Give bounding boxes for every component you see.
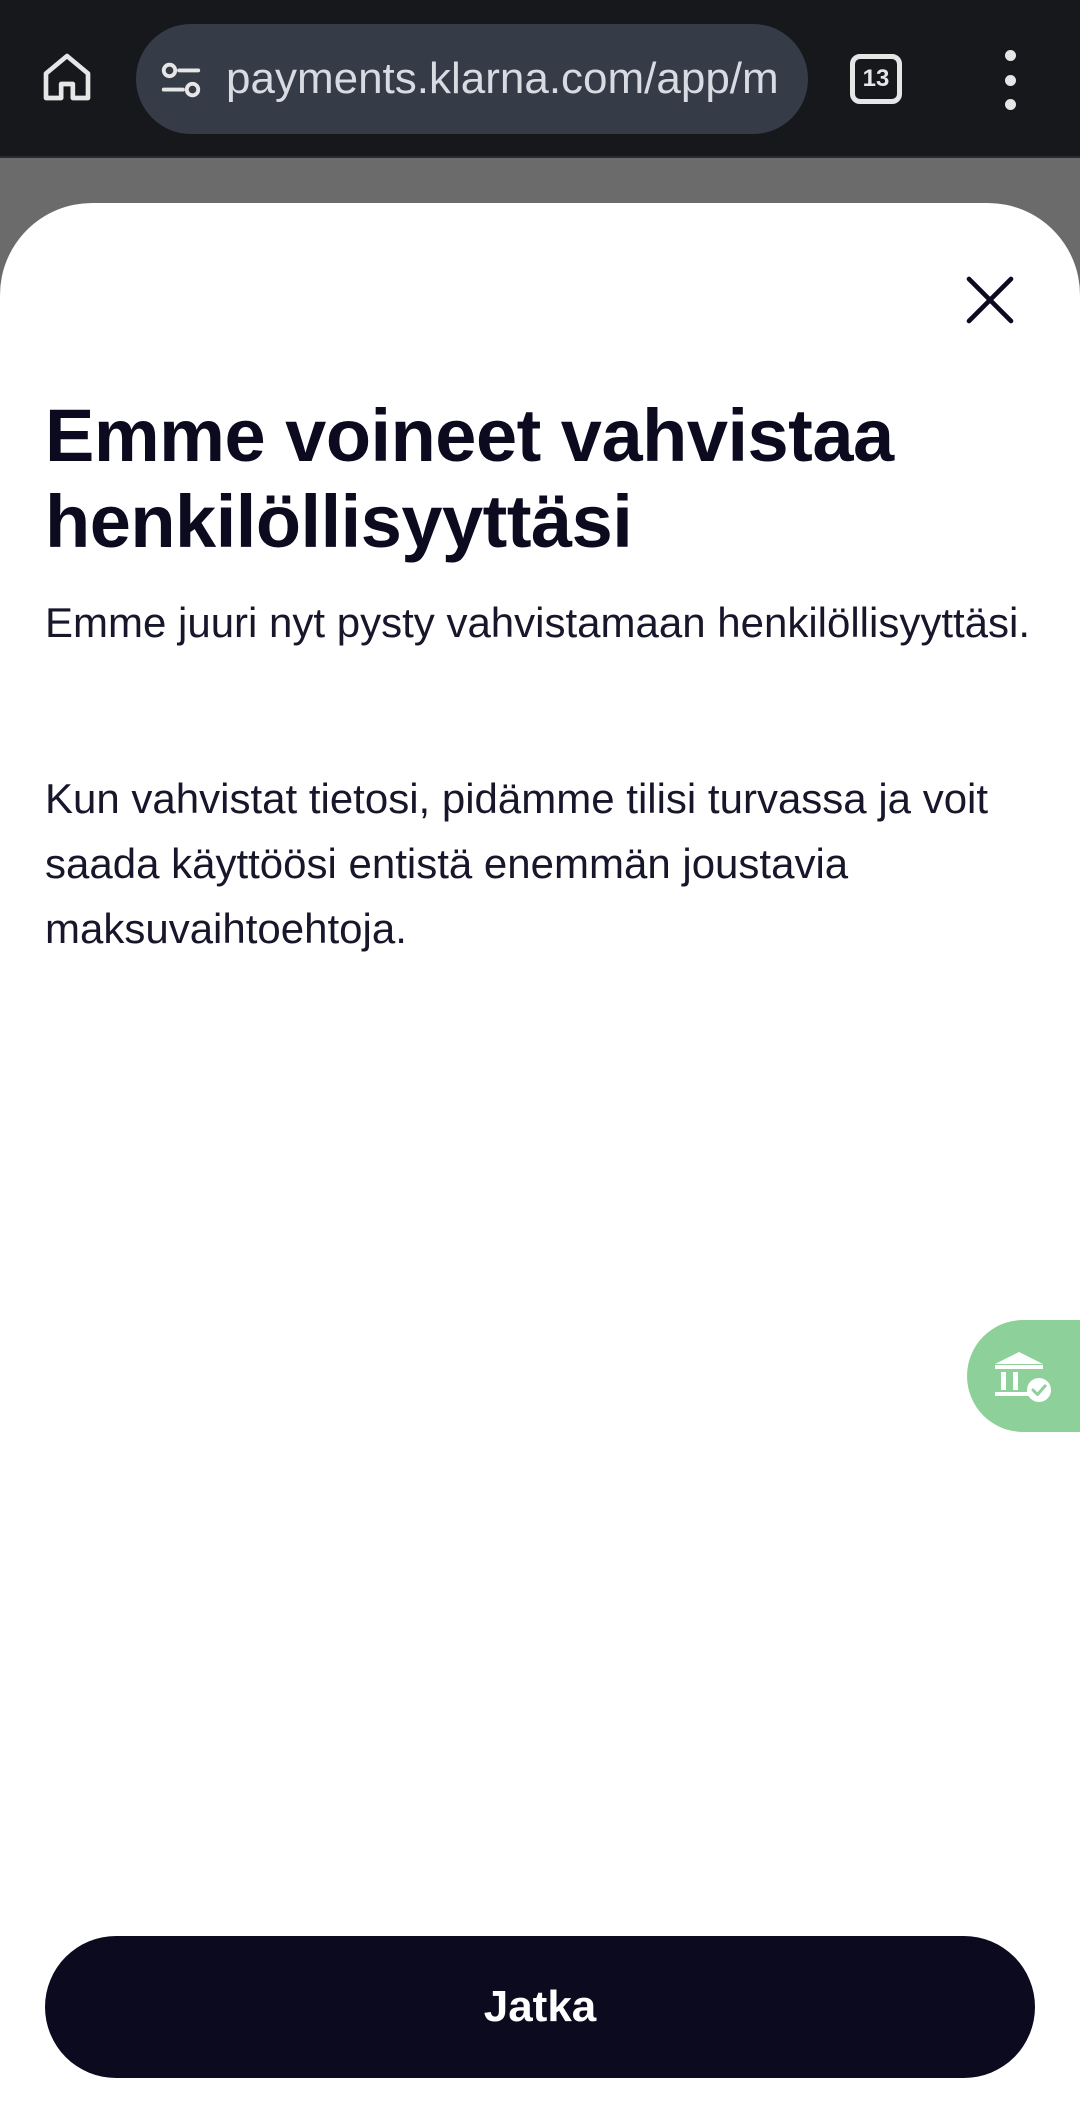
dialog-message: Emme juuri nyt pysty vahvistamaan henkil…	[45, 599, 1031, 646]
continue-button[interactable]: Jatka	[45, 1936, 1035, 2078]
menu-dot	[1004, 99, 1016, 110]
address-bar[interactable]: payments.klarna.com/app/m	[136, 24, 808, 134]
dialog-title: Emme voineet vahvistaa henkilöllisyyttäs…	[45, 394, 894, 563]
tune-icon[interactable]	[158, 57, 204, 103]
browser-toolbar: payments.klarna.com/app/m 13	[0, 0, 1080, 158]
close-button[interactable]	[948, 258, 1032, 342]
menu-dot	[1004, 50, 1016, 61]
menu-dot	[1004, 74, 1016, 86]
bank-verified-icon	[995, 1352, 1051, 1402]
home-icon	[43, 53, 91, 101]
verification-dialog: Emme voineet vahvistaa henkilöllisyyttäs…	[0, 203, 1080, 2121]
close-icon	[966, 276, 1014, 324]
home-button[interactable]	[32, 42, 102, 112]
dialog-description: Kun vahvistat tietosi, pidämme tilisi tu…	[45, 775, 989, 952]
url-text[interactable]: payments.klarna.com/app/m	[226, 24, 786, 134]
side-badge[interactable]	[967, 1320, 1080, 1432]
more-vert-icon[interactable]	[990, 50, 1030, 110]
tab-switcher-button[interactable]: 13	[850, 54, 902, 104]
